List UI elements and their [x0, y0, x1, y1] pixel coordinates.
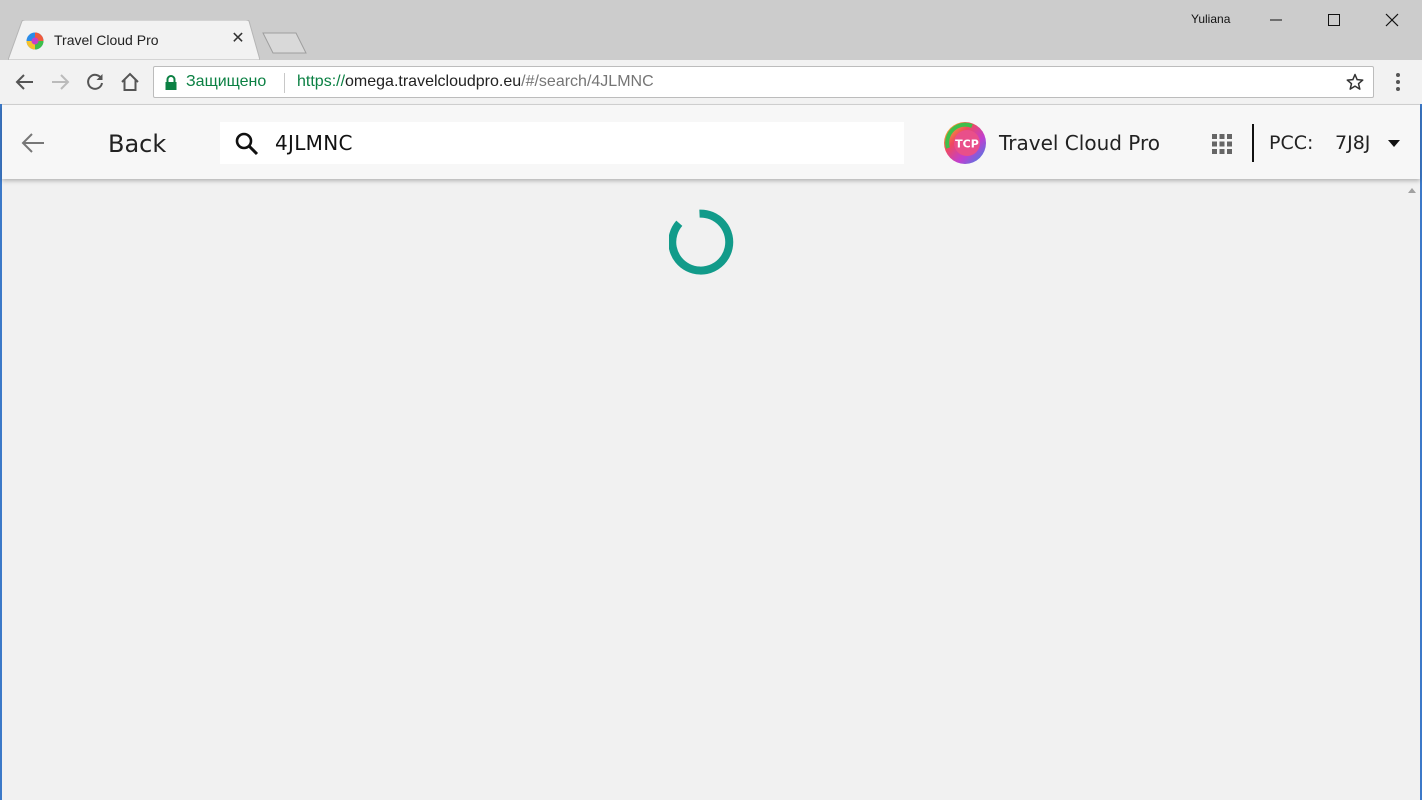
search-value[interactable]: 4JLMNC — [275, 131, 353, 155]
main-content — [2, 179, 1420, 800]
star-icon[interactable] — [1345, 72, 1365, 92]
search-input[interactable]: 4JLMNC — [220, 122, 904, 164]
url-host: omega.travelcloudpro.eu — [345, 73, 522, 90]
window-close-icon[interactable] — [1380, 8, 1404, 32]
loading-spinner — [669, 209, 734, 275]
secure-label[interactable]: Защищено — [186, 73, 266, 91]
url-text[interactable]: https://omega.travelcloudpro.eu/#/search… — [297, 73, 654, 91]
url-scheme: https:// — [297, 73, 346, 90]
maximize-icon[interactable] — [1322, 8, 1346, 32]
menu-icon[interactable] — [1386, 70, 1410, 94]
reload-icon[interactable] — [83, 70, 107, 94]
arrow-left-icon[interactable] — [20, 131, 46, 155]
home-icon[interactable] — [118, 70, 142, 94]
omnibox-divider — [284, 73, 285, 93]
tab-favicon-icon — [26, 32, 44, 50]
pcc-label: PCC: — [1269, 132, 1314, 154]
search-icon[interactable] — [234, 131, 260, 157]
scroll-up-arrow[interactable] — [1407, 186, 1417, 194]
tab-title: Travel Cloud Pro — [54, 32, 159, 48]
address-bar[interactable]: Защищено https://omega.travelcloudpro.eu… — [153, 66, 1374, 98]
caret-down-icon[interactable] — [1387, 138, 1401, 148]
header-divider — [1252, 124, 1254, 162]
brand-logo[interactable]: TCP — [942, 120, 988, 166]
back-button[interactable]: Back — [108, 130, 166, 158]
new-tab-button[interactable] — [262, 32, 308, 54]
forward-icon[interactable] — [48, 70, 72, 94]
pcc-selector[interactable]: 7J8J — [1335, 132, 1370, 154]
apps-grid-icon[interactable] — [1212, 134, 1232, 154]
url-path: /#/search/4JLMNC — [521, 73, 654, 90]
browser-tab[interactable]: Travel Cloud Pro ✕ — [8, 20, 260, 60]
brand-name: Travel Cloud Pro — [999, 131, 1161, 155]
window-border-left — [0, 104, 2, 800]
profile-name[interactable]: Yuliana — [1191, 12, 1230, 26]
app-header: Back 4JLMNC TCP Travel Cloud Pro PCC: 7J… — [2, 105, 1420, 179]
lock-icon[interactable] — [164, 75, 178, 91]
back-icon[interactable] — [13, 70, 37, 94]
brand-logo-text: TCP — [955, 138, 979, 151]
minimize-icon[interactable] — [1264, 8, 1288, 32]
close-icon[interactable]: ✕ — [230, 30, 246, 46]
browser-toolbar: Защищено https://omega.travelcloudpro.eu… — [0, 60, 1422, 105]
browser-titlebar: Travel Cloud Pro ✕ Yuliana — [0, 0, 1422, 60]
